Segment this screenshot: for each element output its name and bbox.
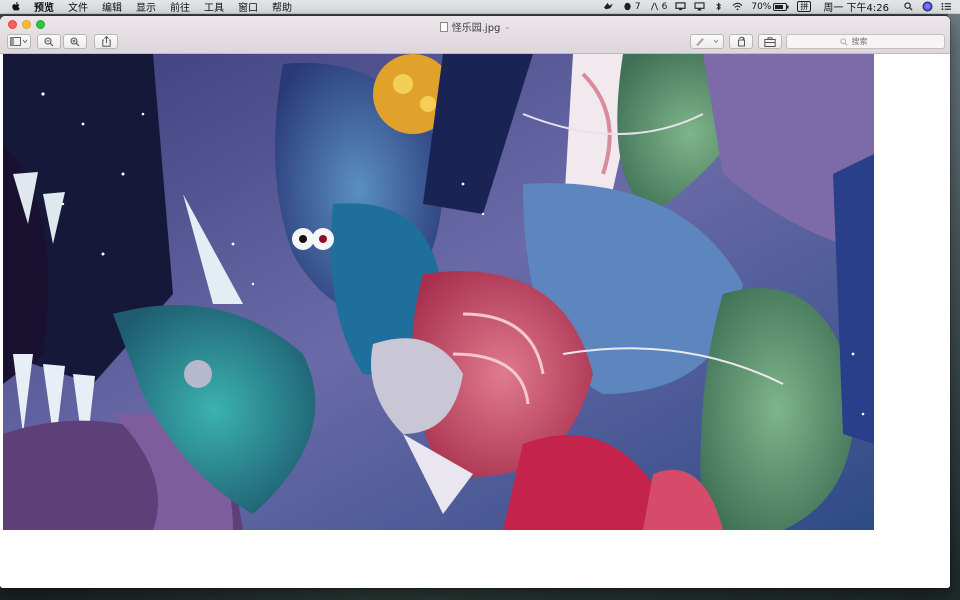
bird-status-icon[interactable] bbox=[603, 2, 614, 11]
chevron-down-icon: ⌄ bbox=[504, 22, 511, 31]
notification-center-icon[interactable] bbox=[941, 2, 952, 11]
zoom-in-button[interactable] bbox=[63, 34, 87, 49]
menu-help[interactable]: 帮助 bbox=[272, 0, 292, 14]
window-title[interactable]: 怪乐园.jpg ⌄ bbox=[0, 19, 950, 34]
window-title-text: 怪乐园.jpg bbox=[451, 23, 501, 34]
notification-status-item[interactable]: 7 bbox=[622, 2, 641, 12]
battery-status-item[interactable]: 70% bbox=[751, 2, 789, 12]
apple-menu-icon[interactable] bbox=[10, 1, 22, 13]
bluetooth-icon[interactable] bbox=[713, 2, 724, 11]
airplay-icon[interactable] bbox=[694, 2, 705, 11]
wifi-icon[interactable] bbox=[732, 2, 743, 11]
siri-icon[interactable] bbox=[922, 1, 933, 12]
menu-bar: 预览 文件 编辑 显示 前往 工具 窗口 帮助 7 6 70% 拼 周一 下午4… bbox=[0, 0, 960, 14]
toolbox-icon bbox=[764, 36, 776, 47]
menu-view[interactable]: 显示 bbox=[136, 0, 156, 14]
menu-tools[interactable]: 工具 bbox=[204, 0, 224, 14]
clock[interactable]: 周一 下午4:26 bbox=[823, 0, 889, 14]
search-input[interactable] bbox=[851, 37, 892, 46]
image-viewer-canvas[interactable] bbox=[0, 54, 950, 588]
menu-go[interactable]: 前往 bbox=[170, 0, 190, 14]
share-icon bbox=[101, 36, 111, 47]
zoom-out-icon bbox=[44, 36, 54, 46]
sidebar-toggle-button[interactable] bbox=[7, 34, 31, 49]
zoom-in-icon bbox=[70, 36, 80, 46]
cast-status-icon[interactable] bbox=[675, 2, 686, 11]
penguin-icon bbox=[624, 2, 631, 11]
markup-toolbar-button[interactable] bbox=[690, 34, 724, 49]
watercolor-artwork-image bbox=[3, 54, 874, 530]
adobe-status-item[interactable]: 6 bbox=[649, 1, 668, 12]
input-method-icon[interactable]: 拼 bbox=[797, 1, 812, 12]
menu-edit[interactable]: 编辑 bbox=[102, 0, 122, 14]
document-icon bbox=[439, 21, 448, 32]
menu-preview[interactable]: 预览 bbox=[34, 0, 54, 14]
window-titlebar[interactable]: 怪乐园.jpg ⌄ bbox=[0, 16, 950, 54]
menu-file[interactable]: 文件 bbox=[68, 0, 88, 14]
zoom-out-button[interactable] bbox=[37, 34, 61, 49]
menu-window[interactable]: 窗口 bbox=[238, 0, 258, 14]
notification-count: 7 bbox=[634, 1, 641, 12]
toolbox-button[interactable] bbox=[758, 34, 782, 49]
search-field[interactable] bbox=[786, 34, 945, 49]
adobe-icon bbox=[650, 2, 658, 11]
rotate-icon bbox=[737, 36, 745, 47]
preview-window: 怪乐园.jpg ⌄ bbox=[0, 16, 950, 588]
share-button[interactable] bbox=[94, 34, 118, 49]
battery-icon bbox=[773, 2, 789, 11]
rotate-button[interactable] bbox=[729, 34, 753, 49]
displayed-image[interactable] bbox=[3, 54, 874, 530]
battery-percent: 70% bbox=[751, 1, 772, 12]
sidebar-icon bbox=[10, 37, 28, 46]
pen-icon bbox=[696, 38, 719, 46]
desktop-background-bottom bbox=[0, 588, 960, 600]
adobe-count: 6 bbox=[661, 1, 668, 12]
spotlight-search-icon[interactable] bbox=[903, 2, 914, 11]
search-icon bbox=[839, 37, 848, 46]
